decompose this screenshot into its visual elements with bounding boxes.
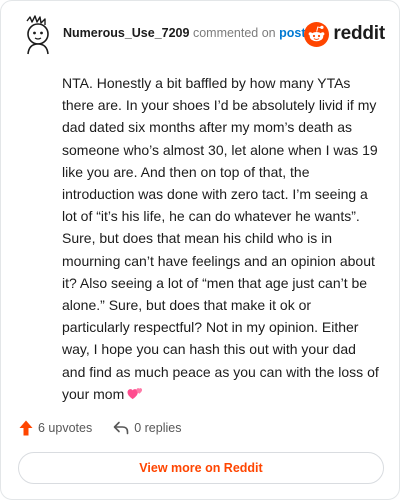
replies-button[interactable]: 0 replies (113, 421, 181, 435)
reply-arrow-icon (113, 421, 129, 435)
username[interactable]: Numerous_Use_7209 (63, 26, 189, 40)
reply-count: 0 replies (134, 421, 182, 435)
comment-body: NTA. Honestly a bit baffled by how many … (62, 72, 380, 405)
reddit-comment-embed: Numerous_Use_7209 commented on post redd… (0, 0, 400, 500)
comment-header: Numerous_Use_7209 commented on post redd… (17, 13, 385, 57)
reddit-snoo-icon (304, 21, 330, 47)
comment-attribution: Numerous_Use_7209 commented on post (63, 26, 306, 40)
upvote-count: 6 upvotes (38, 421, 93, 435)
view-more-on-reddit-button[interactable]: View more on Reddit (18, 452, 384, 484)
upvote-button[interactable]: 6 upvotes (19, 420, 92, 436)
action-text: commented on (192, 26, 276, 40)
user-avatar[interactable] (19, 13, 57, 55)
reddit-wordmark: reddit (333, 23, 385, 44)
reddit-logo[interactable]: reddit (304, 21, 385, 47)
comment-footer: 6 upvotes 0 replies (19, 417, 181, 439)
post-link[interactable]: post (279, 26, 305, 40)
two-hearts-icon (127, 387, 143, 399)
upvote-arrow-icon (19, 420, 33, 436)
comment-body-text: NTA. Honestly a bit baffled by how many … (62, 75, 379, 402)
